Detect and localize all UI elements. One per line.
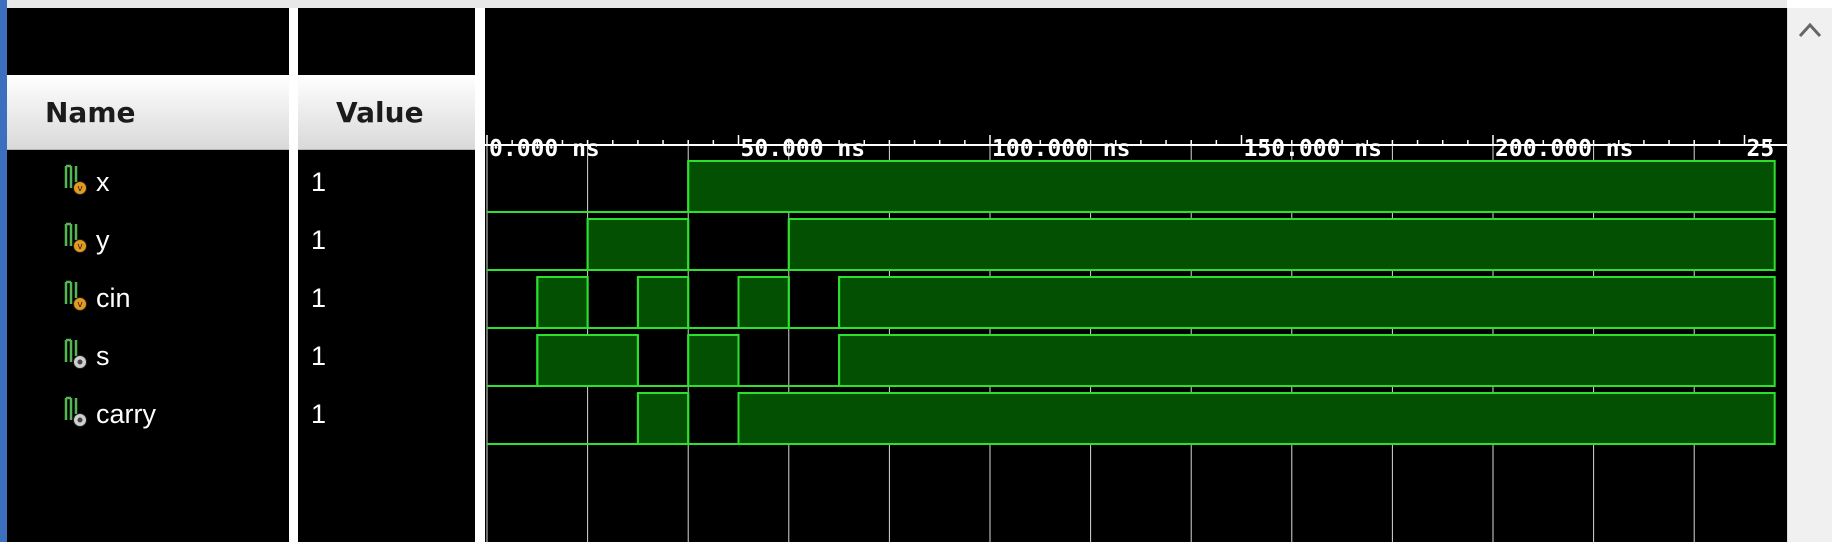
wave-high-carry bbox=[737, 392, 1776, 445]
ruler-tick-label: 150.000 ns bbox=[1244, 136, 1382, 162]
signal-row-s[interactable]: s bbox=[62, 327, 110, 385]
signal-value-cell: 1 bbox=[311, 269, 326, 327]
input-port-icon: v bbox=[64, 164, 87, 195]
wave-high-cin bbox=[838, 276, 1776, 329]
signal-name: x bbox=[96, 166, 110, 197]
signal-value-cell: 1 bbox=[311, 385, 326, 443]
signal-name: cin bbox=[96, 282, 131, 313]
signal-value: 1 bbox=[311, 398, 327, 429]
wave-high-y bbox=[787, 218, 1776, 271]
svg-text:v: v bbox=[77, 184, 83, 194]
value-column-label: Value bbox=[336, 95, 424, 129]
window-left-border bbox=[0, 0, 7, 542]
window-top-strip bbox=[7, 0, 1787, 8]
wave-high-y bbox=[586, 218, 690, 271]
input-port-icon: v bbox=[64, 222, 87, 253]
chevron-up-icon[interactable] bbox=[1794, 14, 1826, 46]
output-port-icon bbox=[64, 338, 87, 369]
wave-high-carry bbox=[636, 392, 690, 445]
input-port-icon: v bbox=[64, 280, 87, 311]
wave-high-x bbox=[687, 160, 1776, 213]
waveform-canvas[interactable]: 0.000 ns 50.000 ns 100.000 ns 150.000 ns 200… bbox=[485, 8, 1787, 542]
svg-text:v: v bbox=[77, 242, 83, 252]
ruler-tick-label: 0.000 ns bbox=[489, 136, 600, 162]
signal-name: s bbox=[96, 340, 110, 371]
signal-row-y[interactable]: vy bbox=[62, 211, 110, 269]
ruler-tick-label: 50.000 ns bbox=[741, 136, 866, 162]
names-values-splitter[interactable] bbox=[289, 8, 298, 542]
svg-text:v: v bbox=[77, 300, 83, 310]
wave-high-s bbox=[687, 334, 740, 387]
wave-high-cin bbox=[636, 276, 690, 329]
wave-high-s bbox=[838, 334, 1776, 387]
signal-value-cell: 1 bbox=[311, 211, 326, 269]
signal-value: 1 bbox=[311, 224, 327, 255]
signal-row-x[interactable]: vx bbox=[62, 153, 110, 211]
signal-name: carry bbox=[96, 398, 156, 429]
name-column-label: Name bbox=[45, 95, 136, 129]
vertical-scrollbar[interactable] bbox=[1787, 8, 1832, 542]
name-column-header[interactable]: Name bbox=[7, 75, 289, 150]
signal-value: 1 bbox=[311, 166, 327, 197]
signal-name: y bbox=[96, 224, 110, 255]
signal-value: 1 bbox=[311, 282, 327, 313]
signal-value-cell: 1 bbox=[311, 327, 326, 385]
ruler-tick-label: 200.000 ns bbox=[1495, 136, 1633, 162]
ruler-tick-label: 100.000 ns bbox=[992, 136, 1130, 162]
value-column-header[interactable]: Value bbox=[298, 75, 475, 150]
signal-row-carry[interactable]: carry bbox=[62, 385, 156, 443]
waveform-pane[interactable]: 0.000 ns 50.000 ns 100.000 ns 150.000 ns 200… bbox=[485, 8, 1787, 542]
wave-high-s bbox=[536, 334, 639, 387]
signal-row-cin[interactable]: v cin bbox=[62, 269, 131, 327]
signal-value: 1 bbox=[311, 340, 327, 371]
ruler-tick-label: 25 bbox=[1747, 136, 1775, 162]
output-port-icon bbox=[64, 396, 87, 427]
wave-high-cin bbox=[737, 276, 790, 329]
signal-value-cell: 1 bbox=[311, 153, 326, 211]
wave-high-cin bbox=[536, 276, 589, 329]
values-wave-splitter[interactable] bbox=[475, 8, 485, 542]
